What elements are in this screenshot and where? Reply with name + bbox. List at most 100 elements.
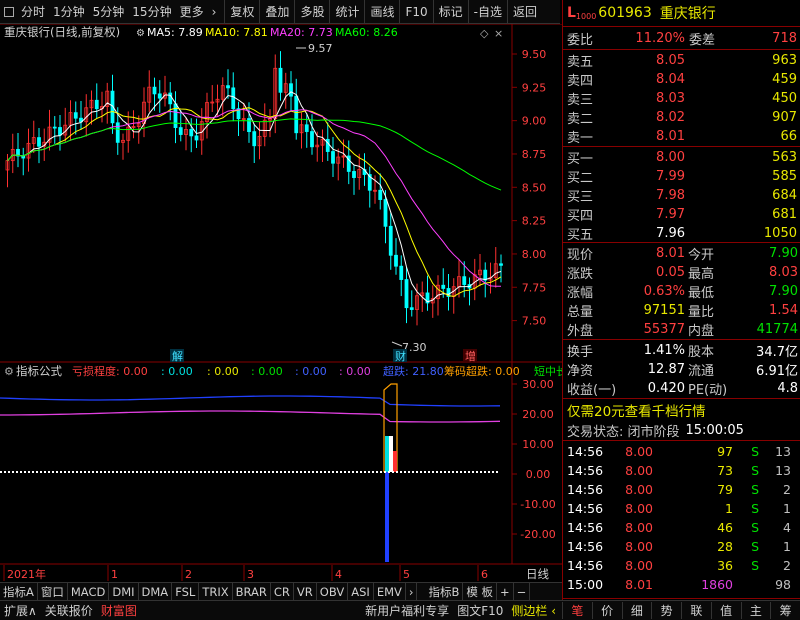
- indicator-tab-13[interactable]: ›: [406, 582, 418, 601]
- weibi-row: 委比 11.20% 委差 718: [567, 31, 797, 48]
- buy-level-row[interactable]: 买三 7.98 684: [563, 186, 800, 205]
- status-bar: 扩展∧ 关联报价 财富图 新用户福利专享 图文F10 侧边栏 ‹ 笔价细势联值主…: [0, 600, 800, 620]
- candlesticks: [5, 51, 503, 326]
- quote-stat2-row: 换手 1.41% 股本 34.7亿: [567, 343, 798, 360]
- indicator-settings-icon[interactable]: ⚙: [4, 365, 14, 378]
- tick-price: 8.00: [625, 539, 653, 554]
- tick-count: 13: [775, 463, 791, 478]
- draw-line-button[interactable]: 画线: [364, 0, 399, 24]
- indicator-tab-15[interactable]: 模 板: [463, 582, 498, 601]
- adjust-button[interactable]: 复权: [224, 0, 259, 24]
- f10-link[interactable]: 图文F10: [453, 602, 507, 619]
- promo-text[interactable]: 仅需20元查看千档行情: [567, 400, 706, 420]
- event-marker-finance[interactable]: 财: [395, 349, 406, 363]
- buy-volume: 681: [772, 207, 797, 222]
- indicator-tab-10[interactable]: OBV: [317, 582, 349, 601]
- stat2-value: 6.91亿: [756, 364, 798, 379]
- buy-price: 8.00: [656, 150, 685, 165]
- sell-level-row[interactable]: 卖一 8.01 66: [563, 127, 800, 146]
- indicator-tab-14[interactable]: 指标B: [425, 582, 464, 601]
- quote-tab-7[interactable]: 筹: [770, 602, 800, 619]
- period-more[interactable]: 更多: [176, 3, 208, 20]
- buy-level-row[interactable]: 买五 7.96 1050: [563, 224, 800, 243]
- indicator-tab-5[interactable]: FSL: [172, 582, 200, 601]
- indicator-tab-3[interactable]: DMI: [109, 582, 139, 601]
- sell-level-row[interactable]: 卖五 8.05 963: [563, 51, 800, 70]
- quote-tab-1[interactable]: 价: [591, 602, 622, 619]
- indicator-tab-16[interactable]: +: [497, 582, 514, 601]
- statistics-button[interactable]: 统计: [329, 0, 364, 24]
- indicator-tab-17[interactable]: −: [514, 582, 531, 601]
- indicator-tab-4[interactable]: DMA: [139, 582, 173, 601]
- tick-side: S: [751, 520, 759, 535]
- buy-level-row[interactable]: 买四 7.97 681: [563, 205, 800, 224]
- buy-volume: 684: [772, 188, 797, 203]
- indicator-tab-11[interactable]: ASI: [348, 582, 374, 601]
- remove-watchlist-button[interactable]: -自选: [467, 0, 507, 24]
- back-button[interactable]: 返回: [507, 0, 542, 24]
- period-1min[interactable]: 1分钟: [49, 3, 89, 20]
- new-user-promo-link[interactable]: 新用户福利专享: [361, 602, 453, 619]
- indicator-tab-9[interactable]: VR: [294, 582, 317, 601]
- sell-level-row[interactable]: 卖二 8.02 907: [563, 108, 800, 127]
- trade-status-time: 15:00:05: [685, 423, 744, 438]
- f10-button[interactable]: F10: [399, 0, 432, 24]
- period-5min[interactable]: 5分钟: [89, 3, 129, 20]
- kline-chart-area[interactable]: 9.509.259.008.758.508.258.007.757.5030.0…: [0, 24, 562, 582]
- overlay-button[interactable]: 叠加: [259, 0, 294, 24]
- stat-value: 55377: [643, 322, 685, 337]
- indicator-tab-0[interactable]: 指标A: [0, 582, 38, 601]
- indicator-prefix[interactable]: 指标公式: [16, 364, 62, 378]
- quote-tab-3[interactable]: 势: [651, 602, 681, 619]
- diamond-icon[interactable]: ◇: [480, 27, 489, 40]
- moving-average-lines: [7, 91, 502, 303]
- tick-side: S: [751, 444, 759, 459]
- event-marker-increase[interactable]: 增: [465, 349, 476, 363]
- price-tick: 8.25: [522, 215, 547, 228]
- checkbox-icon[interactable]: [4, 5, 17, 19]
- settings-icon[interactable]: ⚙: [136, 28, 145, 39]
- tick-count: 98: [775, 577, 791, 592]
- mark-button[interactable]: 标记: [432, 0, 468, 24]
- close-icon[interactable]: ×: [494, 27, 503, 40]
- quote-stat-row: 外盘 55377 内盘 41774: [567, 322, 798, 339]
- sidebar-toggle[interactable]: 侧边栏 ‹: [507, 602, 560, 619]
- indicator-tab-1[interactable]: 窗口: [38, 582, 68, 601]
- buy-volume: 585: [772, 169, 797, 184]
- indicator-value-1: : 0.00: [161, 365, 193, 378]
- trade-status-label: 交易状态: 闭市阶段: [567, 425, 680, 440]
- weibi-value: 11.20%: [635, 31, 685, 46]
- indicator-tab-7[interactable]: BRAR: [233, 582, 271, 601]
- sell-level-row[interactable]: 卖三 8.03 450: [563, 89, 800, 108]
- indicator-tab-8[interactable]: CR: [271, 582, 294, 601]
- stat-value: 97151: [643, 303, 685, 318]
- buy-level-row[interactable]: 买二 7.99 585: [563, 167, 800, 186]
- event-marker-unlock[interactable]: 解: [172, 349, 183, 363]
- tick-price: 8.00: [625, 463, 653, 478]
- indicator-tab-6[interactable]: TRIX: [199, 582, 233, 601]
- quote-tab-2[interactable]: 细: [621, 602, 652, 619]
- expand-button[interactable]: 扩展∧: [0, 602, 41, 619]
- indicator-value-8: 短中长: [534, 364, 562, 378]
- related-quote-button[interactable]: 关联报价: [41, 602, 97, 619]
- promo-row[interactable]: 仅需20元查看千档行情: [563, 400, 800, 420]
- period-15min[interactable]: 15分钟: [128, 3, 175, 20]
- chevron-right-icon[interactable]: ›: [208, 5, 225, 19]
- wealth-chart-button[interactable]: 财富图: [97, 602, 141, 619]
- indicator-tab-12[interactable]: EMV: [374, 582, 406, 601]
- daily-period-label[interactable]: 日线: [526, 567, 549, 581]
- quote-tab-6[interactable]: 主: [740, 602, 771, 619]
- stat-value: 8.01: [656, 246, 685, 261]
- multi-stock-button[interactable]: 多股: [294, 0, 329, 24]
- quote-tab-5[interactable]: 值: [710, 602, 741, 619]
- period-intraday[interactable]: 分时: [17, 3, 49, 20]
- indicator-tick: -20.00: [520, 528, 555, 541]
- quote-tab-0[interactable]: 笔: [562, 602, 592, 619]
- sell-level-row[interactable]: 卖四 8.04 459: [563, 70, 800, 89]
- buy-volume: 563: [772, 150, 797, 165]
- quote-stat-row: 涨幅 0.63% 最低 7.90: [567, 284, 798, 301]
- indicator-tab-2[interactable]: MACD: [68, 582, 110, 601]
- buy-level-row[interactable]: 买一 8.00 563: [563, 148, 800, 167]
- tick-price: 8.00: [625, 444, 653, 459]
- quote-tab-4[interactable]: 联: [681, 602, 711, 619]
